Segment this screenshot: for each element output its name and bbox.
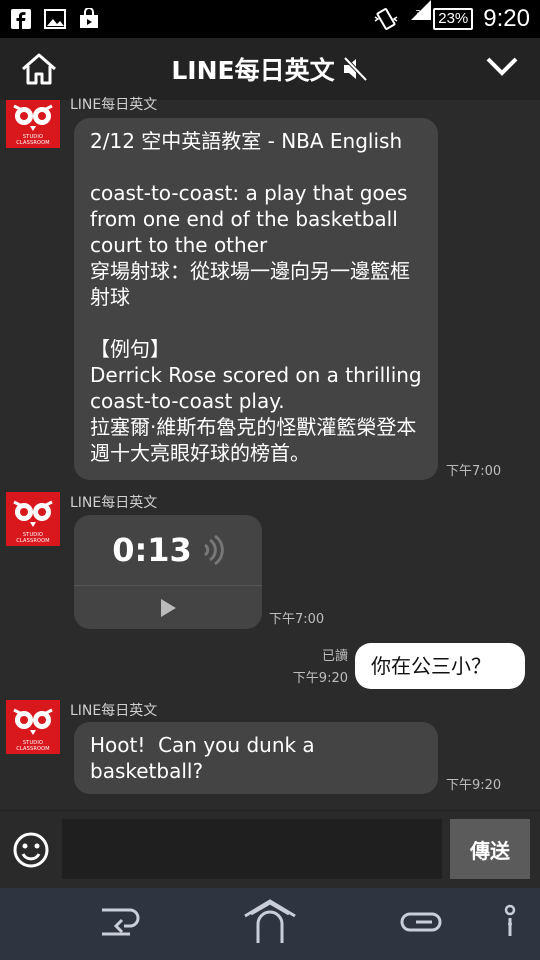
system-nav-bar bbox=[0, 888, 540, 960]
system-icons: 3G 23% 9:20 bbox=[373, 0, 530, 33]
muted-speaker-icon bbox=[343, 56, 368, 82]
message-time: 下午9:20 bbox=[446, 778, 502, 793]
expand-menu-button[interactable] bbox=[486, 56, 518, 82]
sender-name: LINE每日英文 bbox=[70, 495, 158, 511]
sender-avatar[interactable]: STUDIO CLASSROOM bbox=[6, 100, 60, 148]
voice-duration: 0:13 bbox=[74, 515, 262, 585]
play-icon bbox=[161, 598, 176, 617]
owl-logo-icon bbox=[13, 708, 53, 735]
back-button[interactable] bbox=[96, 902, 142, 946]
owl-logo-icon bbox=[13, 500, 53, 527]
home-button[interactable] bbox=[20, 52, 58, 90]
sender-avatar[interactable]: STUDIO CLASSROOM bbox=[6, 700, 60, 754]
sender-avatar[interactable]: STUDIO CLASSROOM bbox=[6, 492, 60, 546]
sender-name: LINE每日英文 bbox=[70, 703, 158, 719]
more-options-icon bbox=[504, 904, 516, 936]
emoji-button[interactable] bbox=[12, 831, 50, 873]
battery-indicator: 23% bbox=[433, 8, 474, 30]
message-input-bar: 傳送 bbox=[0, 810, 540, 888]
read-receipt: 已讀 bbox=[321, 649, 348, 664]
status-clock: 9:20 bbox=[483, 5, 530, 32]
signal-icon: 3G bbox=[409, 0, 432, 29]
chat-title: LINE每日英文 bbox=[171, 51, 368, 87]
avatar-caption: STUDIO CLASSROOM bbox=[16, 740, 50, 752]
store-bag-icon bbox=[78, 8, 100, 30]
gallery-icon bbox=[44, 9, 66, 29]
chat-title-text: LINE每日英文 bbox=[171, 56, 335, 85]
sound-wave-icon bbox=[203, 535, 224, 565]
smiley-icon bbox=[13, 832, 49, 868]
notification-icons bbox=[10, 8, 100, 30]
message-time: 下午7:00 bbox=[446, 464, 502, 479]
message-input[interactable] bbox=[62, 819, 442, 879]
avatar-caption: STUDIO CLASSROOM bbox=[16, 532, 50, 544]
voice-duration-text: 0:13 bbox=[112, 531, 192, 569]
status-bar: 3G 23% 9:20 bbox=[0, 0, 540, 38]
message-time: 下午9:20 bbox=[292, 671, 348, 686]
send-button[interactable]: 傳送 bbox=[450, 819, 530, 879]
recent-apps-icon bbox=[400, 912, 442, 932]
chevron-down-icon bbox=[486, 57, 518, 76]
message-time: 下午7:00 bbox=[269, 612, 325, 627]
facebook-icon bbox=[10, 8, 32, 30]
chat-header: LINE每日英文 bbox=[0, 38, 540, 100]
avatar-caption: STUDIO CLASSROOM bbox=[16, 134, 50, 146]
message-bubble[interactable]: Hoot! Can you dunk a basketball? bbox=[74, 722, 438, 794]
voice-message[interactable]: 0:13 bbox=[74, 515, 262, 629]
outgoing-message-bubble[interactable]: 你在公三小？ bbox=[355, 643, 525, 689]
message-bubble[interactable]: 2/12 空中英語教室 - NBA English coast-to-coast… bbox=[74, 118, 438, 480]
vibrate-icon bbox=[373, 7, 399, 31]
menu-button[interactable] bbox=[500, 902, 520, 946]
recent-apps-button[interactable] bbox=[396, 902, 442, 946]
home-icon bbox=[22, 53, 56, 85]
chat-messages[interactable]: STUDIO CLASSROOM LINE每日英文 2/12 空中英語教室 - … bbox=[0, 97, 540, 810]
back-icon bbox=[102, 908, 140, 936]
home-icon bbox=[244, 899, 296, 943]
sender-name: LINE每日英文 bbox=[70, 97, 158, 113]
voice-play-button[interactable] bbox=[74, 586, 262, 629]
home-nav-button[interactable] bbox=[242, 898, 298, 950]
